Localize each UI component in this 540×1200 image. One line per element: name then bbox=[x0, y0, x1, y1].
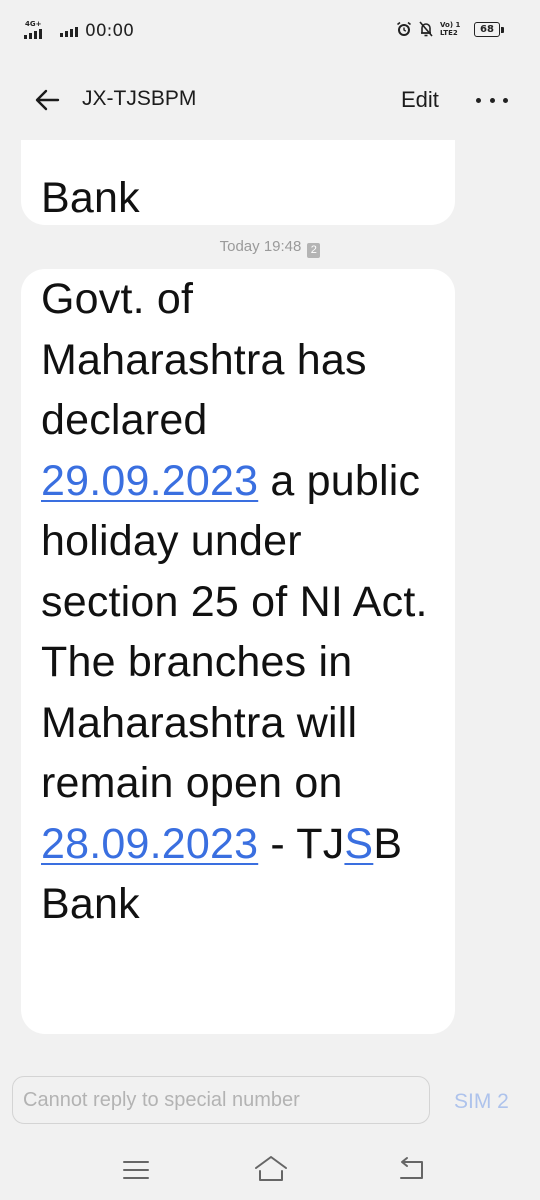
date-link[interactable]: 29.09.2023 bbox=[41, 457, 258, 505]
mute-icon bbox=[419, 21, 433, 37]
message-text-part: Govt. of Maharashtra has declared bbox=[41, 275, 367, 444]
reply-input[interactable]: Cannot reply to special number bbox=[12, 1076, 430, 1124]
sim-select-button[interactable]: SIM 2 bbox=[454, 1089, 509, 1115]
message-bubble[interactable]: Govt. of Maharashtra has declared 29.09.… bbox=[21, 269, 455, 1034]
back-arrow-icon[interactable] bbox=[32, 84, 64, 116]
message-text-part: a public holiday under section 25 of NI … bbox=[41, 456, 428, 808]
timestamp-text: Today 19:48 bbox=[219, 238, 302, 255]
menu-icon[interactable] bbox=[121, 1159, 151, 1181]
reply-placeholder: Cannot reply to special number bbox=[23, 1089, 300, 1111]
conversation-header: JX-TJSBPM Edit bbox=[0, 62, 540, 140]
network-type: 4G+ bbox=[25, 20, 42, 28]
signal-strength-icon bbox=[60, 27, 78, 37]
status-time: 00:00 bbox=[85, 21, 134, 41]
messaging-screen: 4G+ 00:00 Vo) 1 LTE2 68 JX-TJSBPM Edit B… bbox=[0, 0, 540, 1200]
text-link[interactable]: S bbox=[344, 820, 373, 868]
volte-indicator: Vo) 1 LTE2 bbox=[440, 21, 461, 37]
status-bar: 4G+ 00:00 Vo) 1 LTE2 68 bbox=[0, 0, 540, 62]
more-options-icon[interactable] bbox=[476, 88, 508, 112]
message-bubble[interactable]: Bank bbox=[21, 140, 455, 225]
message-list[interactable]: Bank Today 19:48 2 Govt. of Maharashtra h… bbox=[0, 140, 540, 1058]
edit-button[interactable]: Edit bbox=[401, 86, 439, 114]
battery-icon: 68 bbox=[474, 21, 504, 37]
network-signal-icon: 4G+ bbox=[24, 20, 48, 42]
message-text-part: - TJ bbox=[258, 819, 345, 868]
home-icon[interactable] bbox=[253, 1154, 289, 1184]
message-timestamp: Today 19:48 2 bbox=[0, 237, 540, 258]
back-icon[interactable] bbox=[396, 1156, 426, 1182]
sim-badge: 2 bbox=[307, 243, 321, 258]
date-link[interactable]: 28.09.2023 bbox=[41, 820, 258, 868]
alarm-icon bbox=[397, 21, 411, 36]
sender-title: JX-TJSBPM bbox=[82, 87, 197, 110]
system-nav-bar bbox=[0, 1140, 540, 1200]
message-text: Bank bbox=[41, 174, 140, 222]
battery-level: 68 bbox=[480, 23, 494, 35]
